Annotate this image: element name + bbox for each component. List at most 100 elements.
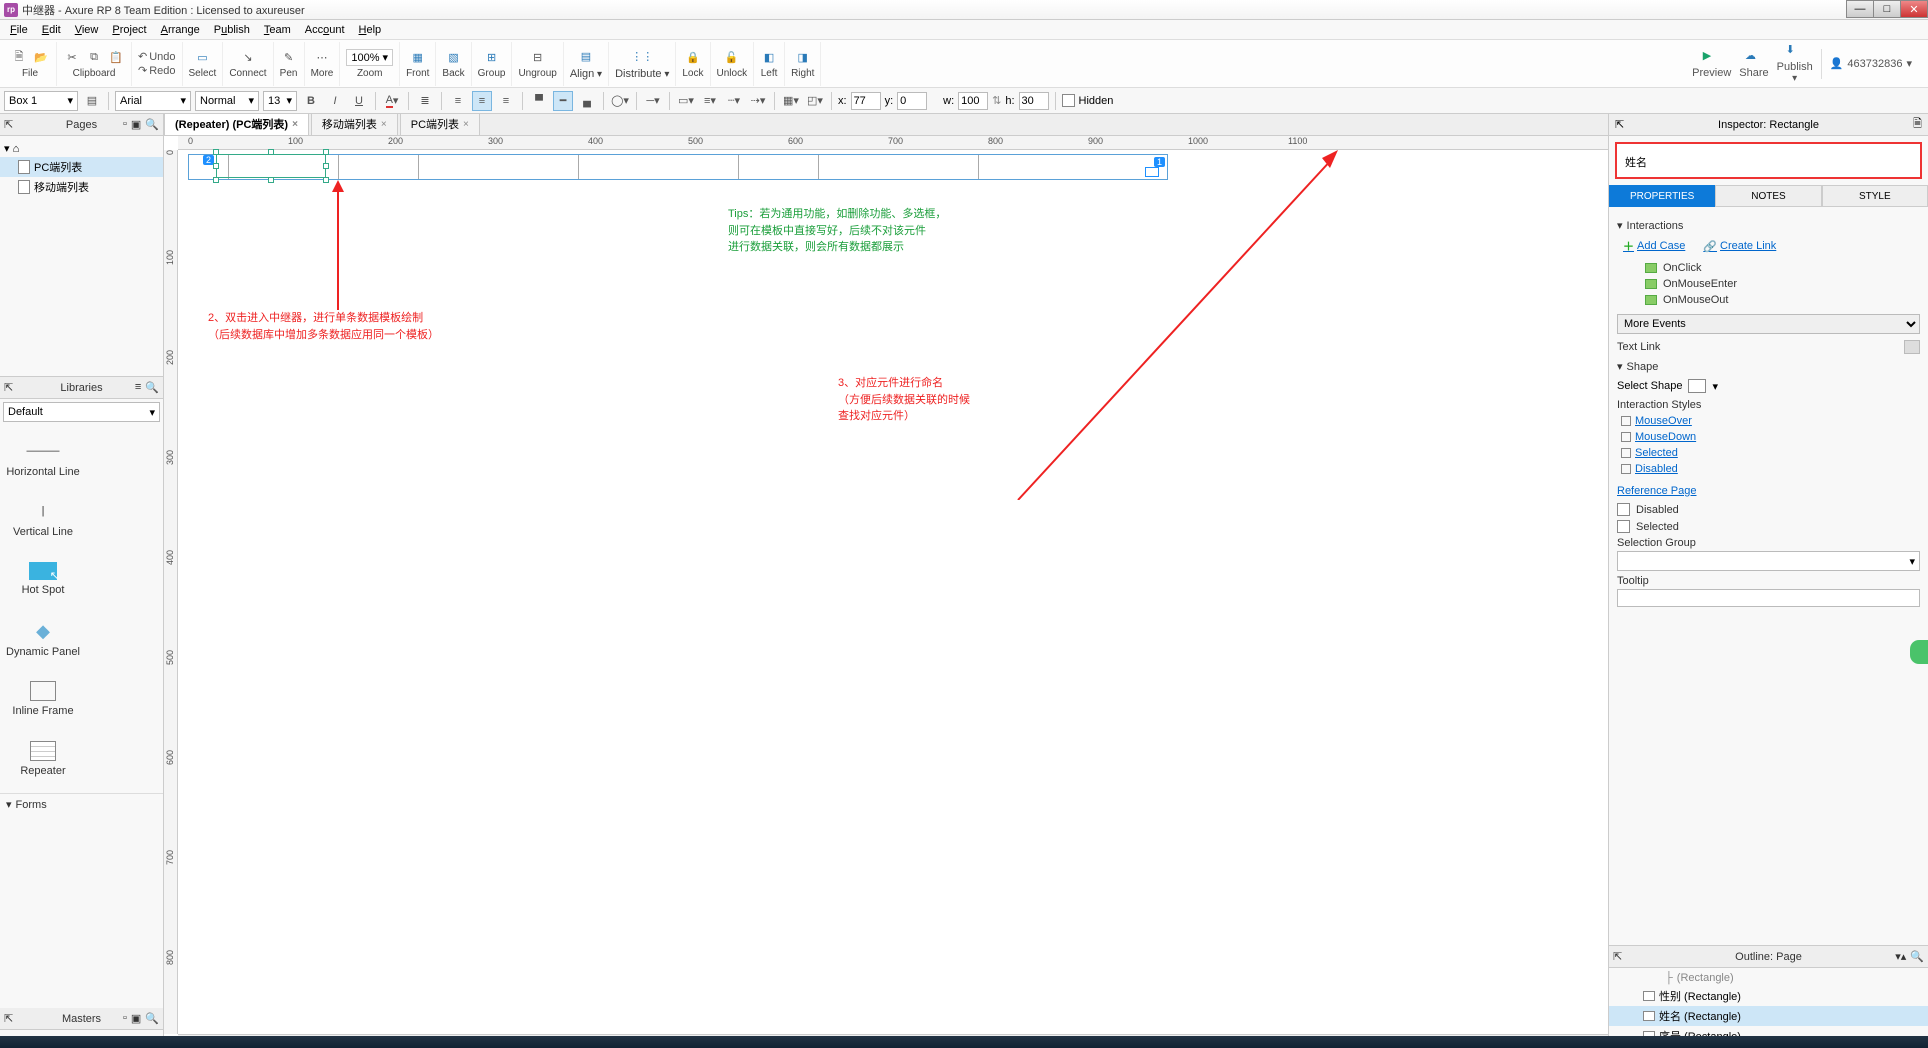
font-weight-combo[interactable]: Normal▾ (195, 91, 259, 111)
dock-right-icon[interactable]: ◨ (794, 48, 812, 66)
style-selected[interactable]: Selected (1617, 445, 1920, 461)
fill-color-button[interactable]: ◯▾ (610, 91, 630, 111)
search-icon[interactable]: 🔍 (1910, 950, 1924, 963)
back-icon[interactable]: ▧ (445, 48, 463, 66)
library-select[interactable]: Default▾ (3, 402, 160, 422)
pin-icon[interactable]: ⇱ (4, 1012, 13, 1025)
undo-button[interactable]: ↶ Undo (138, 50, 176, 63)
create-link-link[interactable]: 🔗Create Link (1703, 238, 1776, 254)
w-input[interactable] (958, 92, 988, 110)
preview-button[interactable]: ▶Preview (1692, 49, 1731, 79)
bullets-button[interactable]: ≣ (415, 91, 435, 111)
unlock-icon[interactable]: 🔓 (723, 48, 741, 66)
border-color-button[interactable]: ▭▾ (676, 91, 696, 111)
interactions-section[interactable]: ▾ Interactions (1617, 219, 1920, 232)
align-icon[interactable]: ▤ (577, 48, 595, 66)
selection-handles[interactable] (216, 152, 326, 180)
lock-aspect-icon[interactable]: ⇅ (992, 94, 1001, 107)
font-size-combo[interactable]: 13▾ (263, 91, 297, 111)
lib-category-forms[interactable]: ▾ Forms (0, 793, 163, 815)
side-badge-icon[interactable] (1910, 640, 1928, 664)
tab-pc[interactable]: PC端列表× (400, 114, 480, 135)
h-input[interactable] (1019, 92, 1049, 110)
disabled-checkbox[interactable] (1617, 503, 1630, 516)
open-file-icon[interactable]: 📂 (32, 48, 50, 66)
filter-icon[interactable]: ▾▴ (1895, 950, 1906, 963)
align-right-button[interactable]: ≡ (496, 91, 516, 111)
valign-bottom-button[interactable]: ▄ (577, 91, 597, 111)
line-dropdown-button[interactable]: ─▾ (643, 91, 663, 111)
lib-horizontal-line[interactable]: ―――Horizontal Line (4, 429, 82, 489)
text-color-button[interactable]: A▾ (382, 91, 402, 111)
close-icon[interactable]: × (292, 119, 298, 130)
arrow-style-button[interactable]: ⇢▾ (748, 91, 768, 111)
connect-icon[interactable]: ↘ (239, 48, 257, 66)
selected-checkbox[interactable] (1617, 520, 1630, 533)
front-icon[interactable]: ▦ (409, 48, 427, 66)
outline-row[interactable]: 性别 (Rectangle) (1609, 986, 1928, 1006)
search-icon[interactable]: 🔍 (145, 118, 159, 131)
new-file-icon[interactable]: 🗎 (10, 48, 28, 66)
y-input[interactable] (897, 92, 927, 110)
lib-repeater[interactable]: Repeater (4, 729, 82, 789)
page-node-pc[interactable]: PC端列表 (0, 157, 163, 177)
dock-left-icon[interactable]: ◧ (760, 48, 778, 66)
tab-repeater[interactable]: (Repeater) (PC端列表)× (164, 114, 309, 135)
menu-project[interactable]: Project (106, 22, 152, 38)
more-events-select[interactable]: More Events (1617, 314, 1920, 334)
menu-file[interactable]: File (4, 22, 34, 38)
menu-team[interactable]: Team (258, 22, 297, 38)
canvas[interactable]: 2 1 2、双击进入中继器，进行单条数据模板绘制 （后续数据库中增加多条数据应用… (178, 150, 1608, 1034)
search-icon[interactable]: 🔍 (145, 1012, 159, 1025)
menu-account[interactable]: Account (299, 22, 351, 38)
lib-inline-frame[interactable]: Inline Frame (4, 669, 82, 729)
valign-top-button[interactable]: ▀ (529, 91, 549, 111)
pin-icon[interactable]: ⇱ (4, 381, 13, 394)
window-minimize-button[interactable]: — (1846, 0, 1874, 18)
add-master-icon[interactable]: ▫ (123, 1012, 127, 1025)
window-maximize-button[interactable]: □ (1873, 0, 1901, 18)
tab-properties[interactable]: PROPERTIES (1609, 185, 1715, 207)
hidden-checkbox[interactable] (1062, 94, 1075, 107)
event-onclick[interactable]: OnClick (1617, 260, 1920, 276)
align-center-button[interactable]: ≡ (472, 91, 492, 111)
border-vis-button[interactable]: ▦▾ (781, 91, 801, 111)
tab-mobile[interactable]: 移动端列表× (311, 114, 398, 135)
share-button[interactable]: ☁Share (1739, 49, 1768, 79)
ungroup-icon[interactable]: ⊟ (529, 48, 547, 66)
outline-row[interactable]: ├ (Rectangle) (1609, 970, 1928, 986)
shape-section[interactable]: ▾ Shape (1617, 360, 1920, 373)
style-mouseover[interactable]: MouseOver (1617, 413, 1920, 429)
group-icon[interactable]: ⊞ (483, 48, 501, 66)
search-icon[interactable]: 🔍 (145, 381, 159, 394)
user-account[interactable]: 👤 463732836 ▾ (1830, 57, 1912, 70)
event-onmouseenter[interactable]: OnMouseEnter (1617, 276, 1920, 292)
zoom-value[interactable]: 100% ▾ (346, 49, 393, 66)
menu-view[interactable]: View (69, 22, 105, 38)
menu-publish[interactable]: Publish (208, 22, 256, 38)
pen-icon[interactable]: ✎ (280, 48, 298, 66)
x-input[interactable] (851, 92, 881, 110)
lib-vertical-line[interactable]: |Vertical Line (4, 489, 82, 549)
menu-help[interactable]: Help (353, 22, 388, 38)
menu-edit[interactable]: Edit (36, 22, 67, 38)
page-node-root[interactable]: ▾ ⌂ (0, 140, 163, 157)
border-width-button[interactable]: ≡▾ (700, 91, 720, 111)
shape-type-combo[interactable]: Box 1▾ (4, 91, 78, 111)
more-icon[interactable]: ⋯ (313, 48, 331, 66)
corner-radius-button[interactable]: ◰▾ (805, 91, 825, 111)
shape-dropdown-icon[interactable]: ▾ (1712, 380, 1718, 393)
bold-button[interactable]: B (301, 91, 321, 111)
align-left-button[interactable]: ≡ (448, 91, 468, 111)
add-master-folder-icon[interactable]: ▣ (131, 1012, 141, 1025)
tab-style[interactable]: STYLE (1822, 185, 1928, 207)
redo-button[interactable]: ↷ Redo (138, 64, 176, 77)
window-close-button[interactable]: ✕ (1900, 0, 1928, 18)
style-mousedown[interactable]: MouseDown (1617, 429, 1920, 445)
border-style-button[interactable]: ┄▾ (724, 91, 744, 111)
text-link-button[interactable] (1904, 340, 1920, 354)
page-icon[interactable]: 🗎 (1913, 115, 1922, 134)
paste-icon[interactable]: 📋 (107, 48, 125, 66)
italic-button[interactable]: I (325, 91, 345, 111)
pin-icon[interactable]: ⇱ (1615, 118, 1624, 131)
